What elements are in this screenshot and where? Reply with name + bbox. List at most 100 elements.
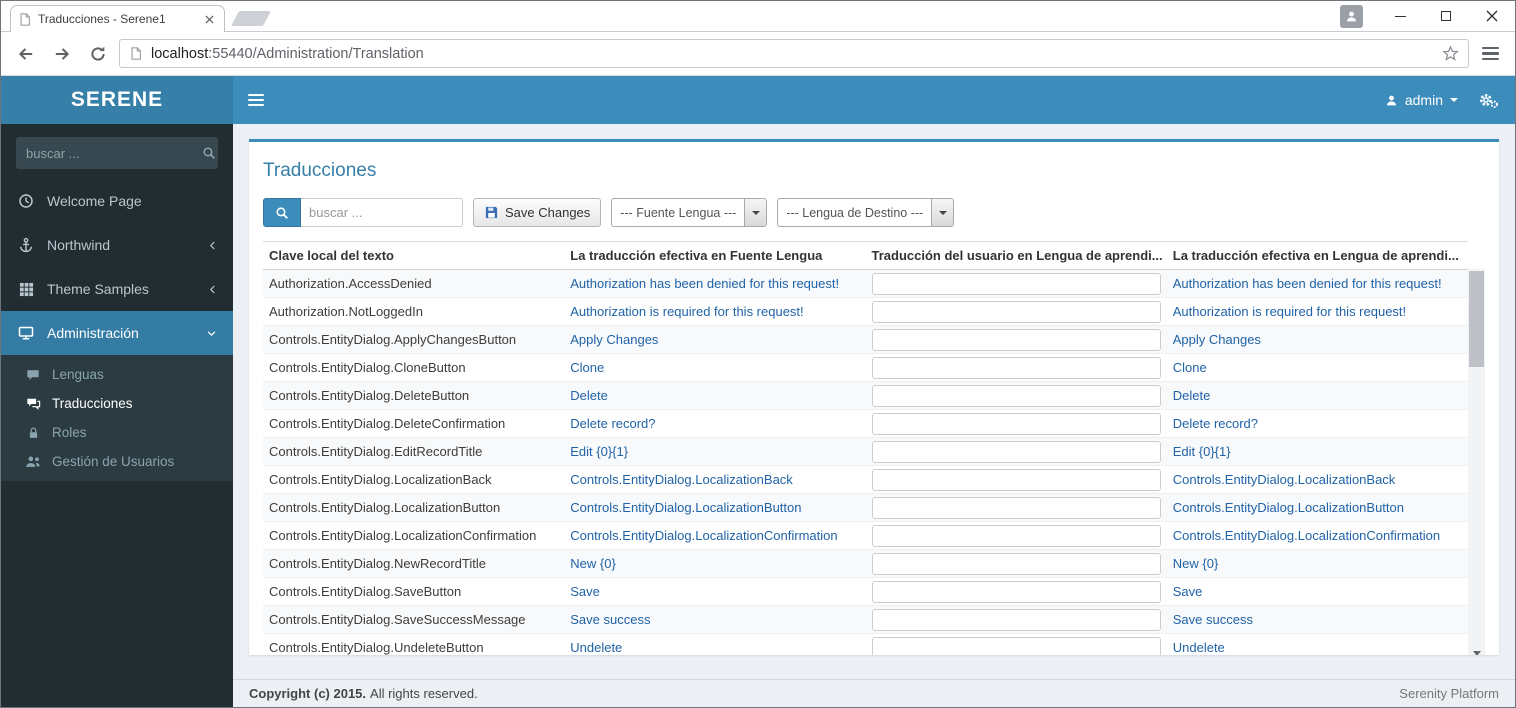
column-header-key[interactable]: Clave local del texto	[263, 242, 564, 269]
maximize-icon[interactable]	[1423, 2, 1469, 31]
row-user-cell	[866, 550, 1167, 577]
row-source-cell[interactable]: Controls.EntityDialog.LocalizationConfir…	[564, 522, 865, 549]
sidebar-search-icon[interactable]	[202, 146, 216, 160]
row-target-cell[interactable]: Edit {0}{1}	[1167, 438, 1468, 465]
user-translation-input[interactable]	[872, 329, 1161, 351]
column-header-user-translation[interactable]: Traducción del usuario en Lengua de apre…	[866, 242, 1167, 269]
row-source-cell[interactable]: New {0}	[564, 550, 865, 577]
user-menu[interactable]: admin	[1371, 76, 1472, 124]
row-key-cell: Controls.EntityDialog.EditRecordTitle	[263, 438, 564, 465]
users-icon	[24, 455, 42, 468]
row-target-cell[interactable]: Controls.EntityDialog.LocalizationBack	[1167, 466, 1468, 493]
user-translation-input[interactable]	[872, 273, 1161, 295]
row-source-cell[interactable]: Save success	[564, 606, 865, 633]
platform-label: Serenity Platform	[1399, 686, 1499, 701]
row-source-cell[interactable]: Clone	[564, 354, 865, 381]
row-source-cell[interactable]: Save	[564, 578, 865, 605]
row-source-cell[interactable]: Controls.EntityDialog.LocalizationBack	[564, 466, 865, 493]
row-source-cell[interactable]: Authorization is required for this reque…	[564, 298, 865, 325]
row-user-cell	[866, 438, 1167, 465]
sidebar-item-welcome-page[interactable]: Welcome Page	[1, 179, 233, 223]
search-button[interactable]	[263, 198, 301, 227]
sidebar-item-traducciones[interactable]: Traducciones	[1, 389, 233, 418]
source-language-select[interactable]: --- Fuente Lengua ---	[611, 198, 767, 227]
sidebar-item-theme-samples[interactable]: Theme Samples	[1, 267, 233, 311]
row-source-cell[interactable]: Delete record?	[564, 410, 865, 437]
target-language-select[interactable]: --- Lengua de Destino ---	[777, 198, 954, 227]
row-target-cell[interactable]: Controls.EntityDialog.LocalizationConfir…	[1167, 522, 1468, 549]
sidebar-search	[16, 137, 218, 169]
sidebar-item-label: Theme Samples	[47, 281, 149, 297]
browser-toolbar: localhost:55440/Administration/Translati…	[1, 31, 1515, 76]
tab-close-icon[interactable]	[201, 11, 217, 27]
row-user-cell	[866, 466, 1167, 493]
row-key-cell: Controls.EntityDialog.NewRecordTitle	[263, 550, 564, 577]
bookmark-star-icon[interactable]	[1442, 45, 1459, 62]
grid-search-input[interactable]	[301, 198, 463, 227]
row-target-cell[interactable]: Save	[1167, 578, 1468, 605]
row-source-cell[interactable]: Edit {0}{1}	[564, 438, 865, 465]
user-translation-input[interactable]	[872, 413, 1161, 435]
select-caret-icon	[931, 199, 953, 226]
user-translation-input[interactable]	[872, 581, 1161, 603]
sidebar-item-roles[interactable]: Roles	[1, 418, 233, 447]
user-translation-input[interactable]	[872, 441, 1161, 463]
row-target-cell[interactable]: New {0}	[1167, 550, 1468, 577]
row-target-cell[interactable]: Delete	[1167, 382, 1468, 409]
forward-icon[interactable]	[47, 39, 77, 69]
row-source-cell[interactable]: Undelete	[564, 634, 865, 655]
user-translation-input[interactable]	[872, 553, 1161, 575]
user-translation-input[interactable]	[872, 525, 1161, 547]
sidebar-item-gestion-usuarios[interactable]: Gestión de Usuarios	[1, 447, 233, 476]
row-target-cell[interactable]: Controls.EntityDialog.LocalizationButton	[1167, 494, 1468, 521]
row-source-cell[interactable]: Authorization has been denied for this r…	[564, 270, 865, 297]
table-row: Controls.EntityDialog.SaveButton Save Sa…	[263, 578, 1468, 606]
sidebar-toggle-icon[interactable]	[233, 76, 279, 124]
row-source-cell[interactable]: Controls.EntityDialog.LocalizationButton	[564, 494, 865, 521]
scrollbar-down-icon[interactable]	[1468, 645, 1485, 655]
sidebar-item-label: Lenguas	[52, 367, 104, 382]
user-translation-input[interactable]	[872, 609, 1161, 631]
sidebar-search-input[interactable]	[26, 146, 202, 161]
user-translation-input[interactable]	[872, 357, 1161, 379]
settings-gears-icon[interactable]	[1472, 76, 1515, 124]
user-translation-input[interactable]	[872, 469, 1161, 491]
row-target-cell[interactable]: Undelete	[1167, 634, 1468, 655]
save-changes-button[interactable]: Save Changes	[473, 198, 601, 227]
grid-scrollbar[interactable]	[1468, 269, 1485, 655]
row-key-cell: Controls.EntityDialog.DeleteButton	[263, 382, 564, 409]
translations-grid: Clave local del texto La traducción efec…	[263, 241, 1485, 655]
user-translation-input[interactable]	[872, 301, 1161, 323]
chevron-left-icon	[207, 239, 218, 252]
row-target-cell[interactable]: Authorization has been denied for this r…	[1167, 270, 1468, 297]
row-user-cell	[866, 326, 1167, 353]
scrollbar-thumb[interactable]	[1469, 271, 1484, 367]
sidebar-item-northwind[interactable]: Northwind	[1, 223, 233, 267]
reload-icon[interactable]	[83, 39, 113, 69]
column-header-source[interactable]: La traducción efectiva en Fuente Lengua	[564, 242, 865, 269]
browser-tab[interactable]: Traducciones - Serene1	[10, 5, 225, 32]
row-target-cell[interactable]: Delete record?	[1167, 410, 1468, 437]
row-target-cell[interactable]: Apply Changes	[1167, 326, 1468, 353]
row-source-cell[interactable]: Delete	[564, 382, 865, 409]
column-header-target[interactable]: La traducción efectiva en Lengua de apre…	[1167, 242, 1468, 269]
row-target-cell[interactable]: Authorization is required for this reque…	[1167, 298, 1468, 325]
user-translation-input[interactable]	[872, 497, 1161, 519]
row-target-cell[interactable]: Save success	[1167, 606, 1468, 633]
browser-profile-icon[interactable]	[1340, 5, 1363, 28]
user-translation-input[interactable]	[872, 385, 1161, 407]
row-source-cell[interactable]: Apply Changes	[564, 326, 865, 353]
sidebar-item-lenguas[interactable]: Lenguas	[1, 360, 233, 389]
close-icon[interactable]	[1469, 2, 1515, 31]
brand-logo[interactable]: SERENE	[1, 76, 233, 124]
browser-menu-icon[interactable]	[1475, 39, 1505, 69]
grid-toolbar: Save Changes --- Fuente Lengua --- --- L…	[263, 198, 1485, 227]
grid-header: Clave local del texto La traducción efec…	[263, 241, 1468, 270]
new-tab-button[interactable]	[231, 11, 271, 26]
user-translation-input[interactable]	[872, 637, 1161, 656]
minimize-icon[interactable]	[1377, 2, 1423, 31]
address-bar[interactable]: localhost:55440/Administration/Translati…	[119, 39, 1469, 68]
back-icon[interactable]	[11, 39, 41, 69]
sidebar-item-administracion[interactable]: Administración	[1, 311, 233, 355]
row-target-cell[interactable]: Clone	[1167, 354, 1468, 381]
